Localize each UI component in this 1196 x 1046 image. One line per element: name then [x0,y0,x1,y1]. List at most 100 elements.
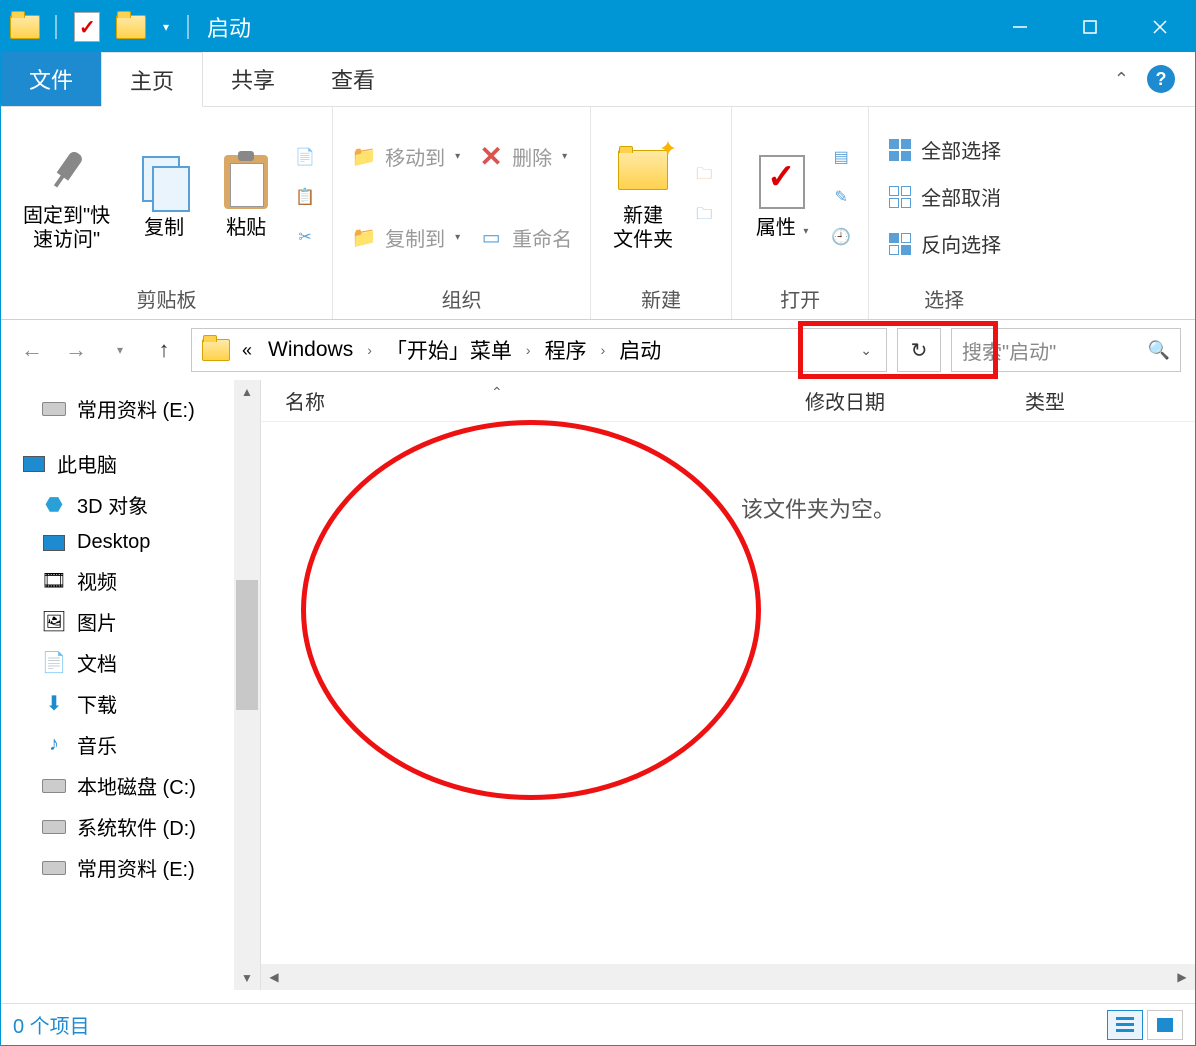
open-icon[interactable]: ▤ [828,144,854,170]
tab-file[interactable]: 文件 [1,52,101,106]
ribbon: 固定到"快 速访问" 复制 粘贴 📄 📋 ✂ 剪贴板 📁移动到▾ 📁复制 [1,107,1195,320]
forward-button[interactable]: → [59,333,93,367]
vertical-scrollbar[interactable]: ▲ ▼ [234,380,260,990]
new-item-icon[interactable]: 🗀 [691,164,717,190]
maximize-button[interactable] [1055,1,1125,52]
chevron-right-icon[interactable]: › [597,342,610,358]
details-view-button[interactable] [1107,1010,1143,1040]
scrollbar-thumb[interactable] [236,580,258,710]
edit-icon[interactable]: ✎ [828,184,854,210]
window-title: 启动 [207,11,251,43]
tree-item[interactable]: 常用资料 (E:) [1,847,260,888]
paste-shortcut-icon[interactable]: 📋 [292,184,318,210]
properties-icon[interactable] [67,7,107,47]
invert-icon [887,231,913,257]
invert-selection-button[interactable]: 反向选择 [883,227,1005,260]
recent-dropdown[interactable]: ▾ [103,333,137,367]
tab-share[interactable]: 共享 [203,52,303,106]
drive-icon [41,816,67,838]
view-mode-buttons [1107,1010,1183,1040]
scroll-down-icon[interactable]: ▼ [234,966,260,990]
separator [55,15,57,39]
properties-icon [759,155,805,209]
navigation-bar: ← → ▾ ↑ « Windows› 「开始」菜单› 程序› 启动 ⌄ ↻ 搜索… [1,320,1195,380]
select-none-icon [887,184,913,210]
thumbnails-view-button[interactable] [1147,1010,1183,1040]
breadcrumb-item[interactable]: 启动 [609,329,671,371]
tab-view[interactable]: 查看 [303,52,403,106]
tree-item[interactable]: 📄文档 [1,642,260,683]
address-bar[interactable]: « Windows› 「开始」菜单› 程序› 启动 ⌄ [191,328,887,372]
minimize-button[interactable] [985,1,1055,52]
close-button[interactable] [1125,1,1195,52]
ribbon-group-clipboard: 固定到"快 速访问" 复制 粘贴 📄 📋 ✂ 剪贴板 [1,107,333,319]
delete-button[interactable]: ✕删除▾ [474,140,576,173]
tree-item[interactable]: 🖼图片 [1,601,260,642]
tree-item[interactable]: ⬇下载 [1,683,260,724]
address-dropdown-icon[interactable]: ⌄ [850,342,882,359]
column-name[interactable]: 名称 [261,386,781,415]
help-icon[interactable]: ? [1147,65,1175,93]
tree-item[interactable]: ⬣3D 对象 [1,484,260,525]
column-type[interactable]: 类型 [1001,386,1195,415]
window-controls [985,1,1195,52]
breadcrumb-item[interactable]: 「开始」菜单 [376,329,522,371]
content-area: 常用资料 (E:) 此电脑 ⬣3D 对象 Desktop 🎞视频 🖼图片 📄文档… [1,380,1195,990]
rename-button[interactable]: ▭重命名 [474,221,576,254]
file-list-pane: 名称 修改日期 类型 该文件夹为空。 ◀ ▶ [261,380,1195,990]
copy-path-icon[interactable]: 📄 [292,144,318,170]
new-folder-button[interactable]: 新建 文件夹 [605,138,681,256]
copy-to-button[interactable]: 📁复制到▾ [347,221,464,254]
paste-button[interactable]: 粘贴 [210,150,282,244]
group-label: 剪贴板 [137,278,197,315]
qat-dropdown-icon[interactable]: ▾ [155,20,177,34]
scroll-up-icon[interactable]: ▲ [234,380,260,404]
breadcrumb-item[interactable]: Windows [258,329,363,371]
tree-item-this-pc[interactable]: 此电脑 [1,443,260,484]
select-all-icon [887,137,913,163]
tree-item[interactable]: Desktop [1,525,260,560]
up-button[interactable]: ↑ [147,333,181,367]
delete-icon: ✕ [478,143,504,169]
navigation-tree[interactable]: 常用资料 (E:) 此电脑 ⬣3D 对象 Desktop 🎞视频 🖼图片 📄文档… [1,380,261,990]
tree-item[interactable]: 常用资料 (E:) [1,388,260,429]
new-folder-icon [615,142,671,198]
refresh-button[interactable]: ↻ [897,328,941,372]
select-none-button[interactable]: 全部取消 [883,180,1005,213]
search-input[interactable]: 搜索"启动" 🔍 [951,328,1181,372]
folder-icon[interactable] [111,7,151,47]
horizontal-scrollbar[interactable]: ◀ ▶ [261,964,1195,990]
drive-icon [41,857,67,879]
drive-icon [41,398,67,420]
tree-item[interactable]: 🎞视频 [1,560,260,601]
scroll-left-icon[interactable]: ◀ [261,964,287,990]
chevron-right-icon[interactable]: › [522,342,535,358]
history-icon[interactable]: 🕘 [828,224,854,250]
cut-icon[interactable]: ✂ [292,224,318,250]
group-label: 打开 [780,278,820,315]
quick-access-toolbar: ▾ [1,7,199,47]
select-all-button[interactable]: 全部选择 [883,133,1005,166]
scroll-right-icon[interactable]: ▶ [1169,964,1195,990]
picture-icon: 🖼 [41,611,67,633]
ribbon-group-select: 全部选择 全部取消 反向选择 选择 [869,107,1019,319]
pin-to-quick-access-button[interactable]: 固定到"快 速访问" [15,138,118,256]
back-button[interactable]: ← [15,333,49,367]
tree-item[interactable]: ♪音乐 [1,724,260,765]
copy-button[interactable]: 复制 [128,150,200,244]
tree-item[interactable]: 本地磁盘 (C:) [1,765,260,806]
pin-icon [39,142,95,198]
chevron-right-icon[interactable]: › [363,342,376,358]
tree-item[interactable]: 系统软件 (D:) [1,806,260,847]
video-icon: 🎞 [41,570,67,592]
column-modified[interactable]: 修改日期 [781,386,1001,415]
title-bar: ▾ 启动 [1,1,1195,52]
move-to-button[interactable]: 📁移动到▾ [347,140,464,173]
rename-icon: ▭ [478,224,504,250]
breadcrumb-item[interactable]: 程序 [535,329,597,371]
properties-button[interactable]: 属性 ▾ [746,150,818,244]
address-overflow[interactable]: « [236,340,258,361]
easy-access-icon[interactable]: 🗀 [691,204,717,230]
collapse-ribbon-icon[interactable]: ⌃ [1114,69,1129,90]
tab-home[interactable]: 主页 [101,52,203,107]
